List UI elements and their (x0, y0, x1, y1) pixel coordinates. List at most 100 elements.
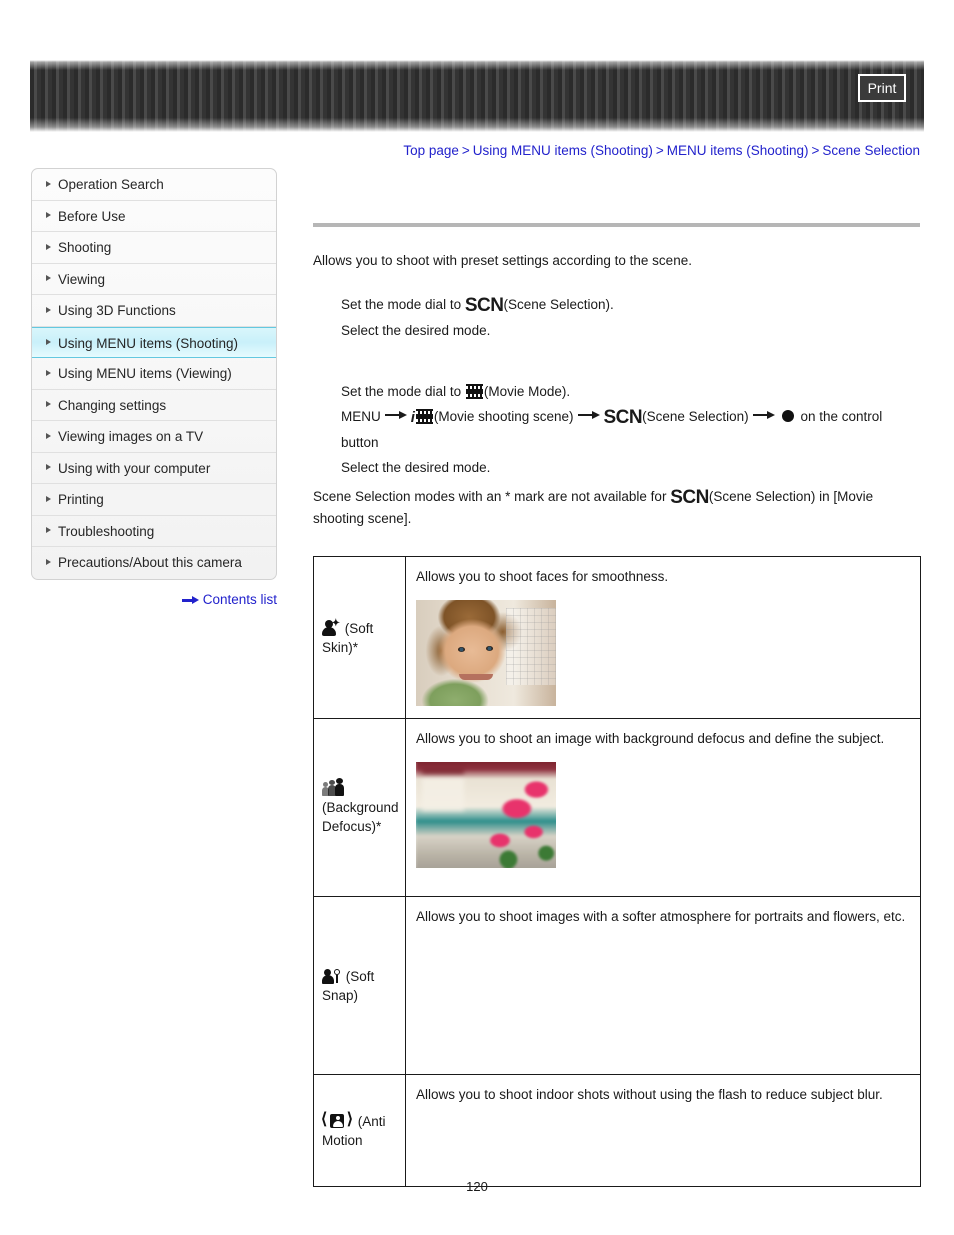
sidebar-item-label: Changing settings (58, 397, 167, 413)
sidebar-item-label: Operation Search (58, 177, 164, 192)
sidebar-item-label: Using 3D Functions (58, 303, 176, 318)
page-number: 120 (466, 1179, 488, 1194)
chevron-right-icon (46, 559, 51, 566)
chevron-right-icon (46, 495, 51, 502)
sidebar-item-label: Shooting (58, 240, 112, 255)
breadcrumb-item-using-menu-items-shooting[interactable]: Using MENU items (Shooting) (473, 143, 653, 158)
breadcrumb: Top page > Using MENU items (Shooting) > MEN… (30, 143, 920, 158)
chevron-right-icon (46, 369, 51, 376)
background-defocus-icon (322, 778, 344, 796)
sidebar-item-label: Troubleshooting (58, 523, 155, 539)
mode-cell-anti-motion: ⟨ ⟩ (Anti Motion (313, 1074, 406, 1187)
table-row: (Soft Snap) Allows you to shoot images w… (313, 896, 921, 1075)
sidebar-nav: Operation Search Before Use Shooting Vie… (31, 168, 277, 580)
sidebar-item-using-with-your-computer[interactable]: Using with your computer (32, 453, 276, 484)
content-divider (313, 223, 920, 227)
chevron-right-icon (46, 212, 51, 219)
mode-cell-soft-snap: (Soft Snap) (313, 896, 406, 1075)
breadcrumb-separator: > (655, 143, 664, 158)
movie-shooting-scene-icon: i (410, 409, 415, 426)
desc-cell-anti-motion: Allows you to shoot indoor shots without… (405, 1074, 921, 1187)
movie-mode-steps: Set the mode dial to (Movie Mode). MENU i… (313, 379, 921, 480)
chevron-right-icon (46, 432, 51, 439)
scn-icon: SCN (464, 295, 504, 316)
anti-motion-icon: ⟨ ⟩ (321, 1110, 353, 1128)
main-content: Allows you to shoot with preset settings… (313, 168, 921, 529)
movie-step-3: Select the desired mode. (341, 460, 491, 475)
sidebar-item-label: Printing (58, 492, 104, 507)
chevron-right-icon (46, 243, 51, 250)
table-row: ✦ (Soft Skin)* Allows you to shoot faces… (313, 556, 921, 719)
breadcrumb-separator: > (461, 143, 470, 158)
movie-step-2-tail: on the control (800, 409, 883, 424)
sidebar-item-precautions-about-this-camera[interactable]: Precautions/About this camera (32, 547, 276, 579)
still-step-2: Select the desired mode. (341, 323, 491, 338)
still-step-1-suffix: (Scene Selection). (503, 297, 614, 312)
movie-mode-icon (465, 384, 483, 399)
header-banner: Print (30, 60, 924, 132)
sidebar-item-label: Using MENU items (Viewing) (58, 366, 232, 381)
breadcrumb-item-scene-selection[interactable]: Scene Selection (822, 143, 920, 158)
movie-step-1: Set the mode dial to (Movie Mode). (341, 379, 921, 404)
arrow-right-icon (384, 410, 407, 420)
footnote-line-2: shooting scene]. (313, 511, 412, 526)
soft-snap-icon (322, 968, 340, 984)
boy-in-grass-photo (416, 940, 556, 1046)
contents-list-link[interactable]: Contents list (31, 592, 277, 607)
sidebar-item-label: Using MENU items (Shooting) (58, 335, 239, 351)
chevron-right-icon (46, 338, 51, 345)
sidebar-item-changing-settings[interactable]: Changing settings (32, 390, 276, 421)
sidebar-item-troubleshooting[interactable]: Troubleshooting (32, 516, 276, 547)
table-row: (Background Defocus)* Allows you to shoo… (313, 718, 921, 897)
sidebar-item-using-menu-items-shooting[interactable]: Using MENU items (Shooting) (32, 326, 276, 358)
print-button[interactable]: Print (858, 74, 906, 102)
table-row: ⟨ ⟩ (Anti Motion Allows you to shoot ind… (313, 1074, 921, 1187)
mode-description: Allows you to shoot an image with backgr… (416, 731, 885, 746)
scn-icon: SCN (670, 487, 709, 508)
breadcrumb-item-menu-items-shooting[interactable]: MENU items (Shooting) (667, 143, 809, 158)
sidebar-item-label: Before Use (58, 208, 126, 224)
sidebar-item-label: Precautions/About this camera (58, 555, 242, 570)
chevron-right-icon (46, 180, 51, 187)
arrow-right-icon (752, 410, 775, 420)
arrow-right-icon (181, 595, 199, 605)
sidebar-item-using-3d-functions[interactable]: Using 3D Functions (32, 295, 276, 327)
menu-label: MENU (341, 409, 381, 424)
arrow-right-icon (577, 410, 600, 420)
sidebar-item-viewing-images-on-a-tv[interactable]: Viewing images on a TV (32, 421, 276, 453)
intro-paragraph: Allows you to shoot with preset settings… (313, 253, 692, 268)
movie-shooting-scene-film-icon (415, 409, 433, 424)
chevron-right-icon (46, 306, 51, 313)
scene-selection-label: (Scene Selection) (642, 409, 749, 424)
footnote: Scene Selection modes with an * mark are… (313, 486, 921, 529)
sidebar-item-operation-search[interactable]: Operation Search (32, 169, 276, 201)
desc-cell-soft-snap: Allows you to shoot images with a softer… (405, 896, 921, 1075)
sidebar-item-before-use[interactable]: Before Use (32, 201, 276, 232)
sidebar-item-using-menu-items-viewing[interactable]: Using MENU items (Viewing) (32, 358, 276, 390)
sidebar-item-shooting[interactable]: Shooting (32, 232, 276, 264)
mode-description: Allows you to shoot images with a softer… (416, 909, 906, 924)
flowers-building-photo (416, 762, 556, 868)
boy-portrait-photo (416, 600, 556, 706)
sidebar-item-label: Using with your computer (58, 460, 211, 476)
breadcrumb-item-top-page[interactable]: Top page (403, 143, 459, 158)
center-button-icon (781, 410, 794, 422)
mode-label: (Background Defocus)* (322, 800, 399, 834)
sidebar-item-label: Viewing images on a TV (58, 429, 204, 444)
footnote-prefix: Scene Selection modes with an * mark are… (313, 489, 667, 504)
soft-skin-icon: ✦ (322, 618, 340, 636)
chevron-right-icon (46, 401, 51, 408)
scene-selection-table: ✦ (Soft Skin)* Allows you to shoot faces… (313, 556, 921, 1187)
still-step-1: Set the mode dial to SCN(Scene Selection… (341, 292, 921, 318)
chevron-right-icon (46, 527, 51, 534)
movie-step-2-continued: button (341, 435, 379, 450)
mode-cell-background-defocus: (Background Defocus)* (313, 718, 406, 897)
sidebar-item-viewing[interactable]: Viewing (32, 264, 276, 295)
movie-step-1-suffix: (Movie Mode). (483, 384, 571, 399)
sidebar-item-printing[interactable]: Printing (32, 484, 276, 516)
desc-cell-background-defocus: Allows you to shoot an image with backgr… (405, 718, 921, 897)
footnote-suffix: (Scene Selection) in [Movie (708, 489, 874, 504)
mode-description: Allows you to shoot indoor shots without… (416, 1087, 883, 1102)
movie-step-1-prefix: Set the mode dial to (341, 384, 462, 399)
chevron-right-icon (46, 464, 51, 471)
